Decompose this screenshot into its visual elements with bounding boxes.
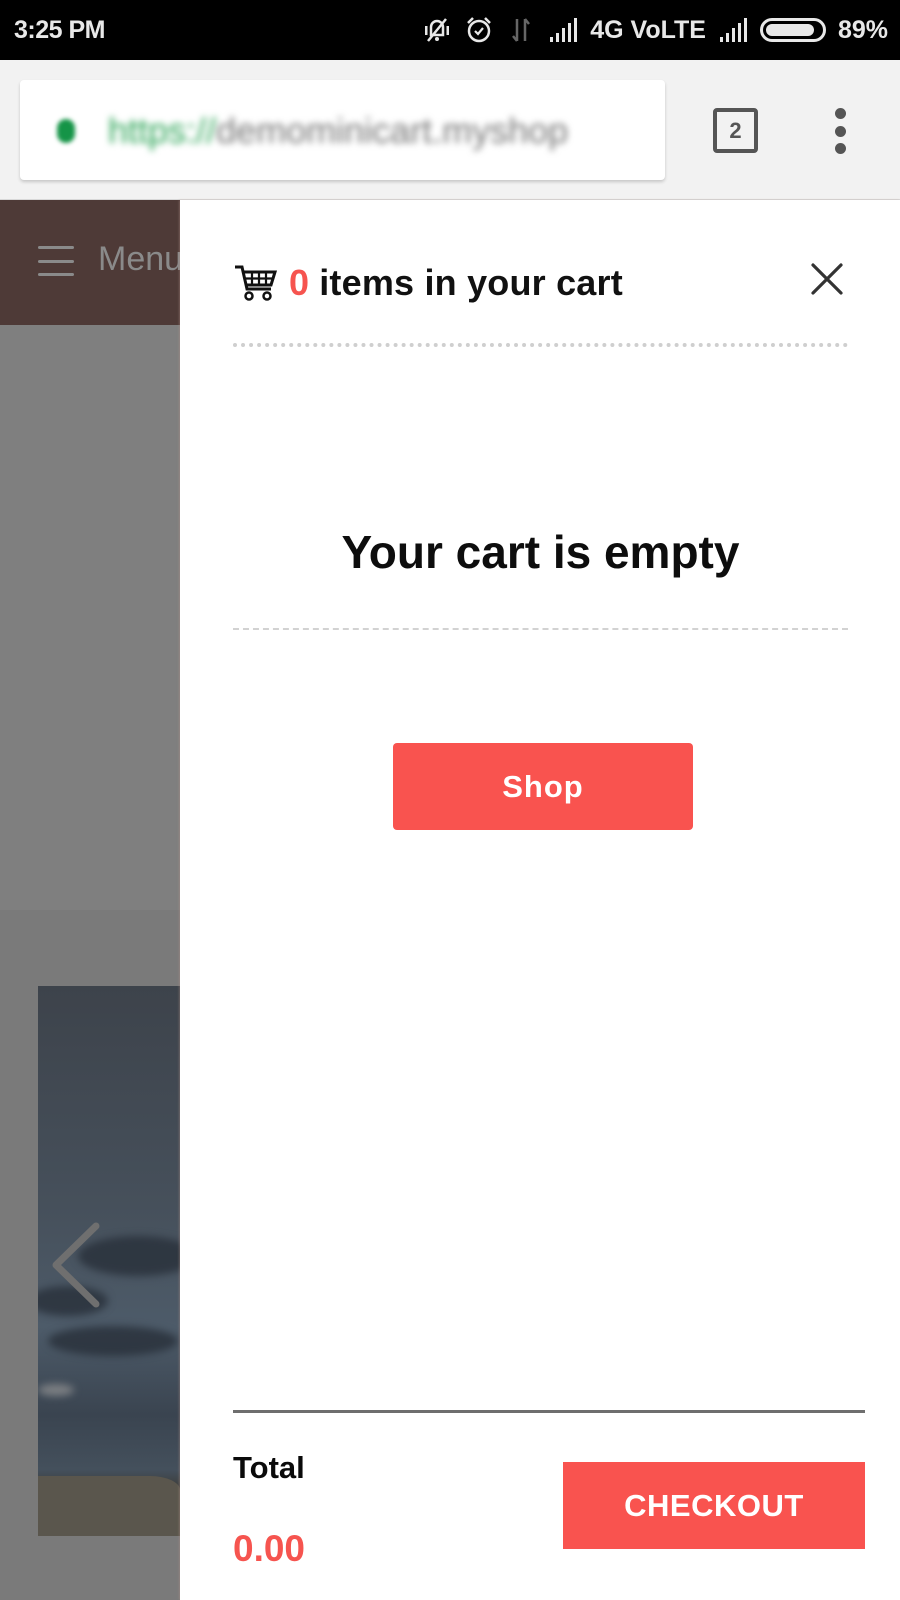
cart-drawer: 0 items in your cart Your cart is empty S…: [180, 200, 900, 1600]
cart-title-text: items in your cart: [319, 262, 623, 303]
total-label: Total: [233, 1450, 305, 1485]
footer-divider: [233, 1410, 865, 1413]
hamburger-icon[interactable]: [38, 246, 74, 276]
data-transfer-icon: [512, 18, 531, 42]
hero-ground: [38, 1476, 180, 1536]
url-scheme: https://: [108, 110, 217, 151]
url-host: demominicart.myshop: [216, 110, 569, 151]
cart-title: 0 items in your cart: [289, 262, 623, 304]
shopping-cart-icon: [235, 265, 277, 301]
battery-percent: 89%: [837, 15, 888, 44]
shop-button[interactable]: Shop: [393, 743, 693, 830]
empty-cart-message: Your cart is empty: [341, 526, 740, 578]
status-icons: 4G VoLTE 89%: [422, 14, 888, 46]
vibrate-muted-icon: [425, 18, 450, 42]
empty-divider: [233, 628, 848, 630]
menu-label[interactable]: Menu: [98, 240, 180, 279]
close-icon[interactable]: [808, 260, 846, 298]
tab-switcher-button[interactable]: 2: [713, 108, 758, 153]
checkout-button[interactable]: CHECKOUT: [563, 1462, 865, 1549]
cart-item-count: 0: [289, 262, 310, 303]
status-bar: 3:25 PM 4G VoLTE 89%: [0, 0, 900, 60]
battery-icon: [759, 18, 826, 42]
site-header: Menu: [0, 200, 180, 325]
cart-header: 0 items in your cart: [233, 262, 623, 304]
page-background: Menu: [0, 200, 180, 1600]
header-divider: [233, 343, 848, 347]
status-time: 3:25 PM: [14, 16, 105, 44]
signal-icon: [550, 18, 578, 42]
total-value: 0.00: [233, 1528, 306, 1569]
browser-toolbar: https://demominicart.myshop 2: [0, 60, 900, 200]
battery-fill: [765, 24, 814, 36]
tab-count: 2: [729, 117, 742, 143]
browser-menu-icon[interactable]: [832, 108, 848, 154]
url-text[interactable]: https://demominicart.myshop: [108, 110, 568, 152]
carousel-prev-arrow-icon[interactable]: [48, 1220, 108, 1310]
alarm-icon: [467, 17, 492, 43]
lock-icon: [57, 119, 75, 143]
network-type: 4G VoLTE: [590, 15, 706, 44]
signal-icon-2: [719, 18, 747, 42]
url-bar[interactable]: https://demominicart.myshop: [20, 80, 665, 180]
